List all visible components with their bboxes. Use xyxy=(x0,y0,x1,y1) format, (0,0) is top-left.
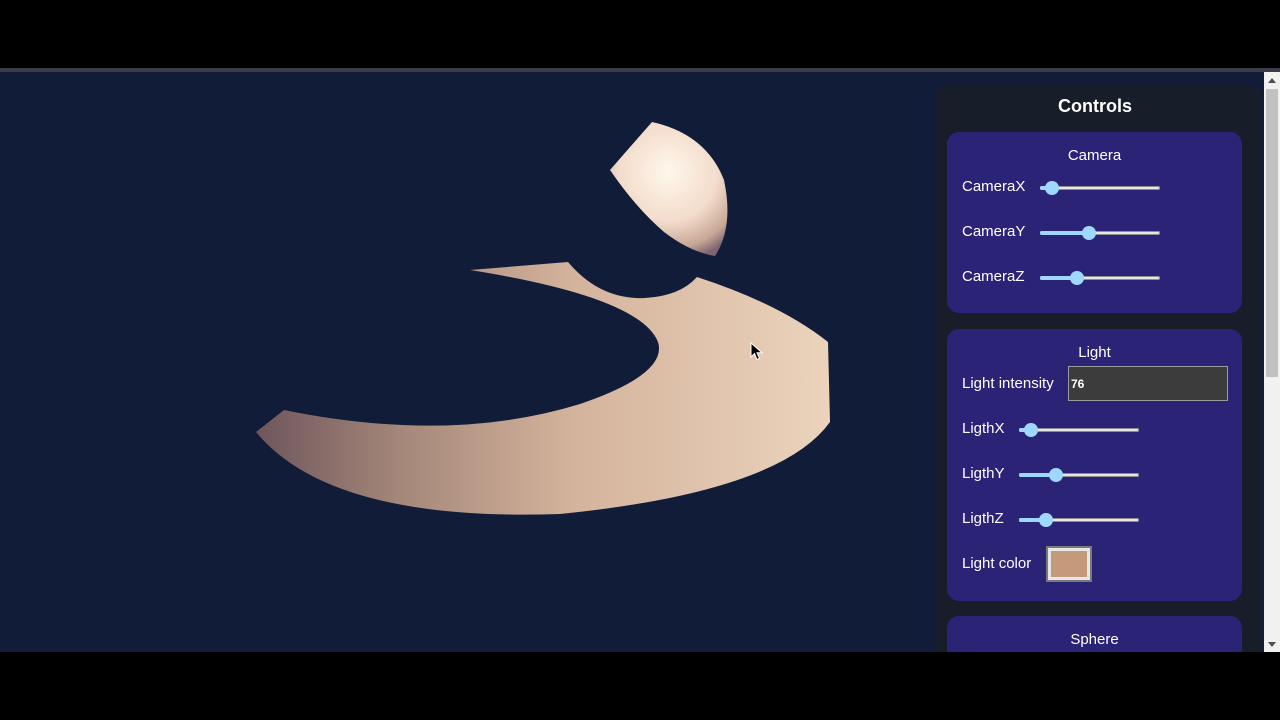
light-color-label: Light color xyxy=(962,555,1032,572)
lightx-slider[interactable] xyxy=(1019,422,1139,438)
triangle-up-icon xyxy=(1268,77,1276,83)
camera-group: Camera CameraX CameraY CameraZ xyxy=(947,132,1242,313)
mouse-pointer-icon xyxy=(750,342,764,361)
camerax-slider[interactable] xyxy=(1040,180,1160,196)
camera-group-title: Camera xyxy=(1067,147,1122,164)
browser-top-bar xyxy=(0,0,1280,68)
lightz-label: LigthZ xyxy=(962,510,1004,527)
browser-bottom-bar xyxy=(0,652,1280,720)
cameraz-slider[interactable] xyxy=(1040,270,1160,286)
sphere-fragment xyxy=(610,122,728,256)
lightz-slider[interactable] xyxy=(1019,512,1139,528)
scrollbar-thumb[interactable] xyxy=(1266,89,1278,377)
light-intensity-input[interactable] xyxy=(1068,366,1228,401)
lightx-label: LigthX xyxy=(962,420,1005,437)
camerax-label: CameraX xyxy=(962,178,1026,195)
light-color-picker[interactable] xyxy=(1046,546,1092,582)
slider-thumb[interactable] xyxy=(1082,226,1097,240)
lighty-label: LigthY xyxy=(962,465,1005,482)
controls-title: Controls xyxy=(1058,96,1132,116)
cameray-slider[interactable] xyxy=(1040,225,1160,241)
ring-surface xyxy=(256,262,830,515)
slider-thumb[interactable] xyxy=(1024,423,1039,437)
light-group-title: Light xyxy=(1078,344,1111,361)
slider-thumb[interactable] xyxy=(1048,468,1063,482)
scroll-up-button[interactable] xyxy=(1264,72,1280,88)
sphere-group-title: Sphere xyxy=(1070,631,1119,648)
slider-thumb[interactable] xyxy=(1045,181,1060,195)
lighty-slider[interactable] xyxy=(1019,467,1139,483)
slider-thumb[interactable] xyxy=(1069,271,1084,285)
controls-panel: Controls Camera CameraX CameraY CameraZ … xyxy=(936,86,1262,696)
cameraz-label: CameraZ xyxy=(962,268,1025,285)
light-group: Light Light intensity LigthX LigthY Ligt… xyxy=(947,329,1242,601)
triangle-down-icon xyxy=(1268,641,1276,647)
scroll-down-button[interactable] xyxy=(1264,636,1280,652)
light-color-fill xyxy=(1051,551,1087,577)
cameray-label: CameraY xyxy=(962,223,1026,240)
page-scrollbar[interactable] xyxy=(1264,72,1280,652)
light-intensity-label: Light intensity xyxy=(962,375,1054,392)
slider-thumb[interactable] xyxy=(1039,513,1054,527)
